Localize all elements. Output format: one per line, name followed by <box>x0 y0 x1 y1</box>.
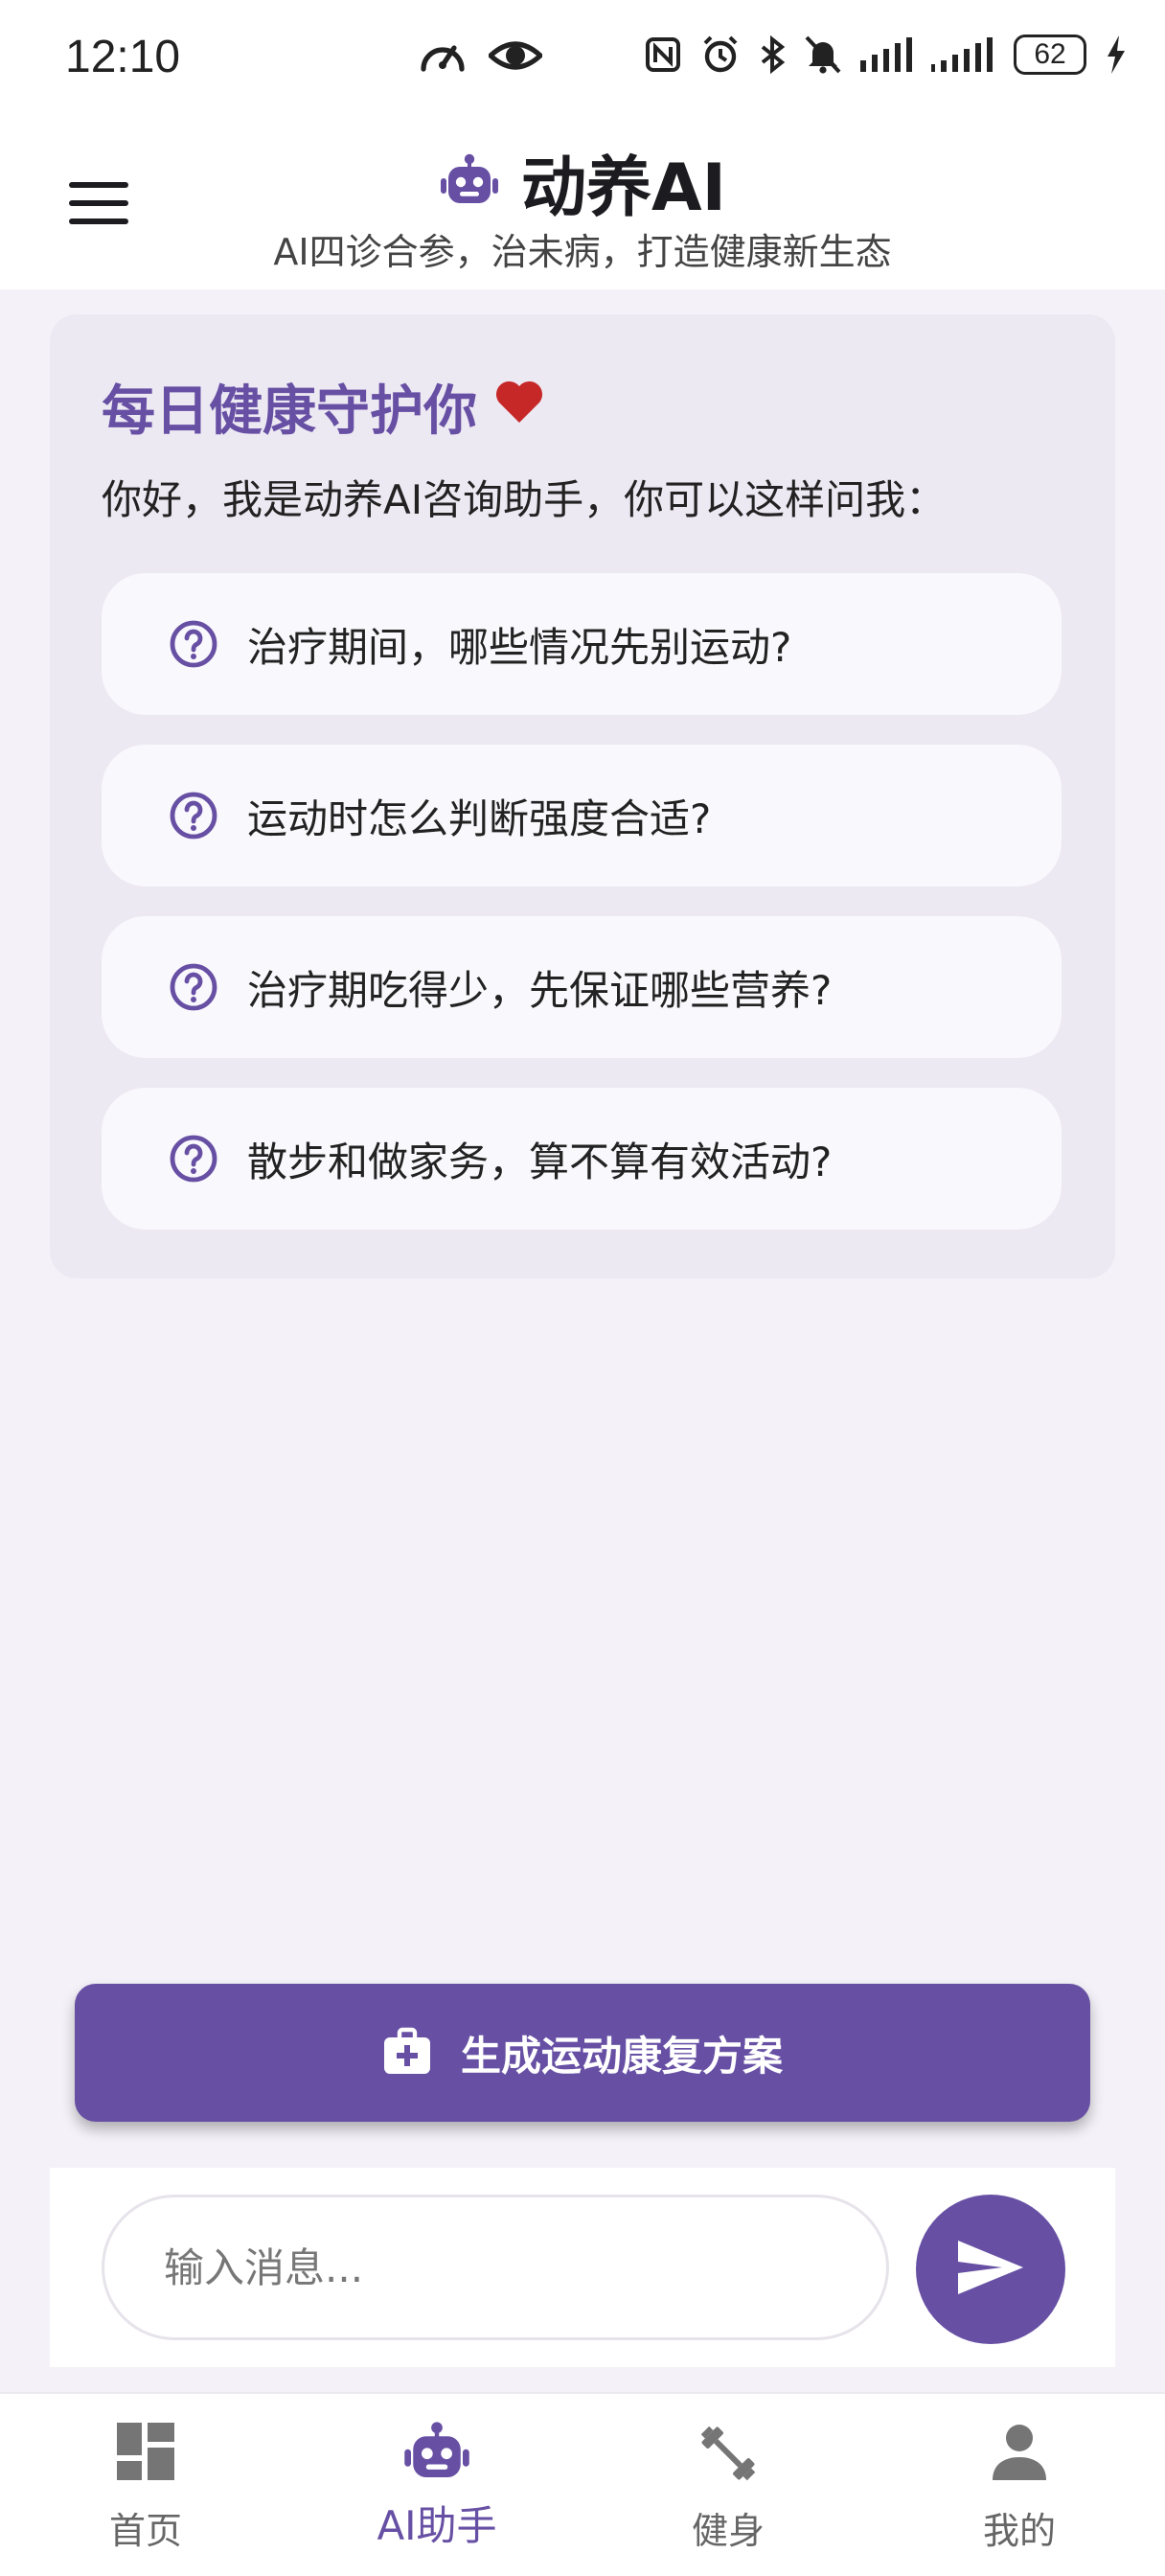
question-text: 治疗期吃得少，先保证哪些营养? <box>247 966 833 1014</box>
nav-item-home[interactable]: 首页 <box>0 2394 291 2576</box>
help-circle-icon <box>169 962 218 1012</box>
title-row: 动养AI <box>0 134 1165 229</box>
question-text: 运动时怎么判断强度合适? <box>247 794 712 842</box>
generate-plan-button[interactable]: 生成运动康复方案 <box>75 1984 1090 2122</box>
nfc-icon <box>644 35 682 74</box>
alarm-icon <box>701 35 740 74</box>
speedometer-icon <box>418 34 468 77</box>
nav-label: 我的 <box>982 2510 1056 2552</box>
robot-icon <box>291 2421 582 2482</box>
send-button[interactable] <box>916 2195 1065 2344</box>
greeting-text: 你好，我是动养AI咨询助手，你可以这样问我： <box>102 476 947 523</box>
nav-item-ai-assistant[interactable]: AI助手 <box>291 2394 582 2576</box>
welcome-card: 每日健康守护你 你好，我是动养AI咨询助手，你可以这样问我： 治疗期间，哪些情况… <box>50 314 1115 1278</box>
status-bar: 12:10 62 <box>0 0 1165 115</box>
card-title: 每日健康守护你 <box>102 380 477 443</box>
suggested-question[interactable]: 治疗期间，哪些情况先别运动? <box>102 573 1062 715</box>
signal-icon <box>860 37 912 72</box>
app-header: 动养AI AI四诊合参，治未病，打造健康新生态 <box>0 115 1165 289</box>
send-icon <box>956 2239 1025 2300</box>
suggested-question[interactable]: 治疗期吃得少，先保证哪些营养? <box>102 916 1062 1058</box>
nav-item-fitness[interactable]: 健身 <box>582 2394 874 2576</box>
person-icon <box>874 2421 1165 2482</box>
dumbbell-icon <box>582 2421 874 2486</box>
nav-label: AI助手 <box>377 2502 497 2549</box>
suggested-question[interactable]: 运动时怎么判断强度合适? <box>102 745 1062 886</box>
help-circle-icon <box>169 619 218 669</box>
help-circle-icon <box>169 791 218 840</box>
help-circle-icon <box>169 1134 218 1184</box>
question-text: 散步和做家务，算不算有效活动? <box>247 1138 833 1185</box>
app-subtitle: AI四诊合参，治未病，打造健康新生态 <box>273 231 892 273</box>
generate-plan-label: 生成运动康复方案 <box>460 2032 783 2080</box>
heart-icon <box>494 376 544 438</box>
nav-label: 健身 <box>691 2510 765 2552</box>
question-text: 治疗期间，哪些情况先别运动? <box>247 623 792 671</box>
eye-icon <box>489 34 542 77</box>
nav-label: 首页 <box>108 2510 182 2552</box>
signal-icon <box>931 37 994 72</box>
status-indicators-right: 62 <box>644 34 1127 75</box>
bottom-nav: 首页 AI助手 健身 我的 <box>0 2392 1165 2576</box>
battery-icon: 62 <box>1014 34 1086 75</box>
card-title-row: 每日健康守护你 <box>102 368 544 446</box>
status-time: 12:10 <box>65 32 181 82</box>
suggested-question[interactable]: 散步和做家务，算不算有效活动? <box>102 1088 1062 1230</box>
bluetooth-icon <box>759 35 786 74</box>
robot-icon <box>439 153 500 211</box>
charging-icon <box>1106 35 1127 74</box>
nav-item-profile[interactable]: 我的 <box>874 2394 1165 2576</box>
app-title: 动养AI <box>521 150 726 226</box>
composer <box>50 2168 1115 2367</box>
dashboard-icon <box>0 2421 291 2482</box>
message-input[interactable] <box>102 2195 889 2340</box>
medical-bag-icon <box>382 2026 432 2080</box>
status-indicators-left <box>418 34 542 77</box>
mute-icon <box>805 35 841 74</box>
